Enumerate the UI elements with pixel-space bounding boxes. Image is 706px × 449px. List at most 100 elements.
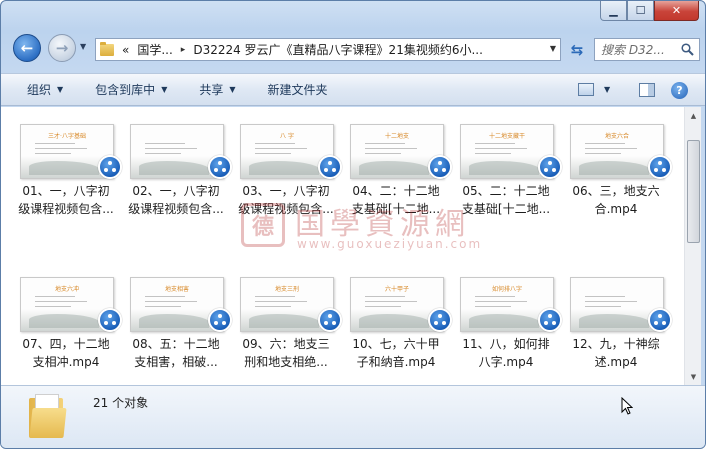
media-player-icon [428,155,452,179]
media-player-icon [208,308,232,332]
help-icon[interactable]: ? [671,82,688,99]
media-player-icon [538,308,562,332]
file-name-line: 11、八，如何排 [462,337,550,351]
media-player-icon [318,155,342,179]
file-name: 08、五：十二地 支相害，相破... [124,335,228,371]
file-name-line: 01、一，八字初 [22,184,110,198]
toolbar-new-folder-label: 新建文件夹 [267,83,328,97]
minimize-button[interactable]: ▁ [600,1,627,21]
file-name-line: 支基础[十二地... [351,202,441,216]
file-name: 12、九，十神综 述.mp4 [564,335,668,371]
refresh-button[interactable]: ⇆ [565,38,589,61]
back-button[interactable]: ← [13,34,41,62]
file-name: 11、八，如何排 八字.mp4 [454,335,558,371]
media-player-icon [318,308,342,332]
folder-icon [29,394,67,438]
file-name-line: 07、四，十二地 [22,337,110,351]
change-view-icon[interactable] [578,83,594,96]
file-name-line: 支相害，相破... [134,355,218,369]
media-player-icon [98,155,122,179]
vertical-scrollbar[interactable]: ▲ ▼ [684,107,701,385]
chevron-down-icon: ▼ [161,85,168,94]
thumbnail-title: 三才·八字基础 [48,133,86,140]
close-button[interactable]: ✕ [654,1,699,21]
search-input[interactable]: 搜索 D32... [594,38,700,61]
file-name: 07、四，十二地 支相冲.mp4 [14,335,118,371]
view-options-dropdown[interactable]: ▼ [604,85,610,94]
file-name-line: 05、二：十二地 [462,184,550,198]
media-player-icon [98,308,122,332]
details-pane: 21 个对象 [1,385,705,448]
file-name-line: 12、九，十神综 [572,337,660,351]
thumbnail-title: 地支六合 [604,133,629,140]
file-name-line: 03、一，八字初 [242,184,330,198]
forward-button[interactable]: → [48,34,76,62]
caption-buttons: ▁ ☐ ✕ [600,1,699,21]
chevron-down-icon: ▼ [57,85,64,94]
scroll-up-icon[interactable]: ▲ [685,107,702,124]
breadcrumb-item[interactable]: 国学... [137,41,172,58]
file-name-line: 09、六：地支三 [242,337,330,351]
media-player-icon [648,308,672,332]
file-name-line: 级课程视频包含... [238,202,334,216]
file-name-line: 10、七，六十甲 [352,337,440,351]
item-count: 21 个对象 [93,396,149,410]
file-list: 三才·八字基础 01、一，八字初 级课程视频包含... 02、一，八字初 级课程视频包含… [1,107,684,385]
file-name: 03、一，八字初 级课程视频包含... [234,182,338,218]
file-name: 10、七，六十甲 子和纳音.mp4 [344,335,448,371]
media-player-icon [648,155,672,179]
address-overflow-chevron[interactable]: « [122,43,129,57]
preview-pane-icon[interactable] [639,83,655,97]
breadcrumb-current[interactable]: D32224 罗云广《直精品八字课程》21集视频约6小... [193,41,483,58]
thumbnail-title: 八 字 [280,133,294,140]
file-name-line: 02、一，八字初 [132,184,220,198]
thumbnail-title: 地支相害 [164,286,189,293]
file-name-line: 支基础[十二地... [461,202,551,216]
address-bar[interactable]: « 国学... ▸ D32224 罗云广《直精品八字课程》21集视频约6小...… [95,38,561,61]
file-name: 09、六：地支三 刑和地支相绝... [234,335,338,371]
forward-arrow-icon: → [55,39,69,57]
file-name-line: 04、二：十二地 [352,184,440,198]
file-name-line: 述.mp4 [594,355,638,369]
toolbar-organize[interactable]: 组织 ▼ [27,81,63,98]
scroll-down-icon[interactable]: ▼ [685,368,702,385]
mouse-cursor-icon [621,397,633,415]
file-name: 02、一，八字初 级课程视频包含... [124,182,228,218]
address-dropdown-icon[interactable]: ▼ [550,44,556,53]
file-name: 04、二：十二地 支基础[十二地... [344,182,448,218]
media-player-icon [538,155,562,179]
refresh-icon: ⇆ [570,40,584,59]
thumbnail-title: 地支三刑 [274,286,299,293]
scrollbar-thumb[interactable] [687,140,700,243]
back-arrow-icon: ← [20,39,34,57]
toolbar-new-folder[interactable]: 新建文件夹 [268,81,328,98]
toolbar-include-in-library[interactable]: 包含到库中 ▼ [95,81,167,98]
breadcrumb-separator-icon[interactable]: ▸ [181,45,186,55]
maximize-button[interactable]: ☐ [627,1,654,21]
file-name-line: 支相冲.mp4 [32,355,100,369]
explorer-window: ▁ ☐ ✕ ← → ▼ « 国学... ▸ D32224 罗云广《直精品八字课程… [0,0,706,449]
media-player-icon [208,155,232,179]
file-name-line: 级课程视频包含... [128,202,224,216]
command-toolbar: 组织 ▼ 包含到库中 ▼ 共享 ▼ 新建文件夹 ▼ ? [1,73,705,106]
file-name-line: 刑和地支相绝... [244,355,328,369]
recent-pages-dropdown[interactable]: ▼ [80,42,86,51]
chevron-down-icon: ▼ [229,85,236,94]
toolbar-organize-label: 组织 [27,83,52,97]
thumbnail-title: 十二地支 [384,133,409,140]
file-name-line: 八字.mp4 [478,355,534,369]
file-name-line: 08、五：十二地 [132,337,220,351]
thumbnail-title: 十二地支藏干 [488,133,525,140]
toolbar-share[interactable]: 共享 ▼ [199,81,235,98]
file-name-line: 合.mp4 [594,202,638,216]
media-player-icon [428,308,452,332]
thumbnail-title: 六十甲子 [384,286,409,293]
search-icon[interactable] [681,43,694,56]
file-name-line: 06、三，地支六 [572,184,660,198]
file-name: 01、一，八字初 级课程视频包含... [14,182,118,218]
search-placeholder: 搜索 D32... [601,43,665,57]
thumbnail-title: 地支六冲 [54,286,79,293]
watermark-url: www.guoxueziyuan.com [297,237,483,251]
file-name: 06、三，地支六 合.mp4 [564,182,668,218]
file-name-line: 子和纳音.mp4 [356,355,436,369]
